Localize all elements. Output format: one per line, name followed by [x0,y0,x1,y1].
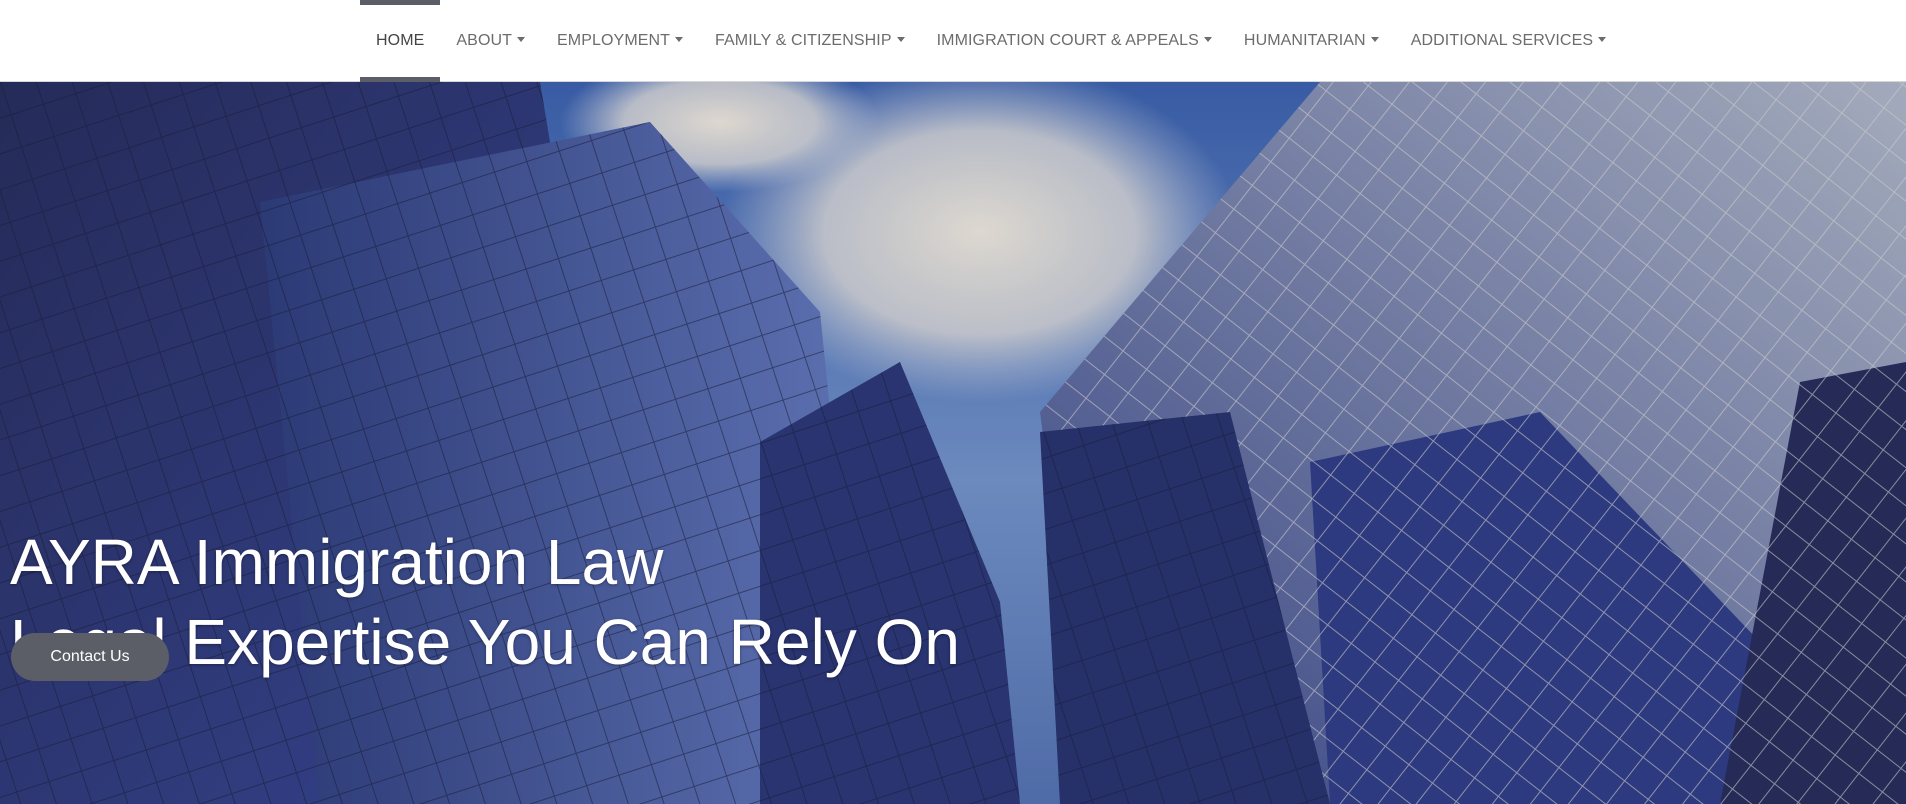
caret-down-icon [675,36,684,42]
caret-down-icon [1370,36,1379,42]
nav-item-immigration-court-appeals[interactable]: IMMIGRATION COURT & APPEALS [921,0,1228,82]
nav-item-humanitarian[interactable]: HUMANITARIAN [1228,0,1395,82]
nav-item-home[interactable]: HOME [360,0,441,82]
nav-item-about[interactable]: ABOUT [440,0,541,82]
nav-item-family-citizenship[interactable]: FAMILY & CITIZENSHIP [699,0,921,82]
hero-title-line-1: AYRA Immigration Law [10,526,664,598]
skyscrapers-background-image [0,82,1906,804]
nav-item-label: IMMIGRATION COURT & APPEALS [936,32,1199,49]
nav-item-label: ABOUT [456,32,513,49]
hero-banner: AYRA Immigration Law Legal Expertise You… [0,82,1906,804]
contact-us-button[interactable]: Contact Us [11,633,169,681]
main-nav: HOME ABOUT EMPLOYMENT FAMILY & CITIZENSH… [360,0,1622,82]
nav-item-additional-services[interactable]: ADDITIONAL SERVICES [1395,0,1622,82]
nav-item-employment[interactable]: EMPLOYMENT [541,0,699,82]
nav-item-label: EMPLOYMENT [557,32,671,49]
nav-item-label: HUMANITARIAN [1243,32,1366,49]
nav-item-label: FAMILY & CITIZENSHIP [715,32,892,49]
caret-down-icon [896,36,905,42]
top-navbar: HOME ABOUT EMPLOYMENT FAMILY & CITIZENSH… [0,0,1906,82]
caret-down-icon [1598,36,1607,42]
nav-item-label: HOME [376,32,425,49]
nav-item-label: ADDITIONAL SERVICES [1410,32,1594,49]
caret-down-icon [1203,36,1212,42]
caret-down-icon [517,36,526,42]
